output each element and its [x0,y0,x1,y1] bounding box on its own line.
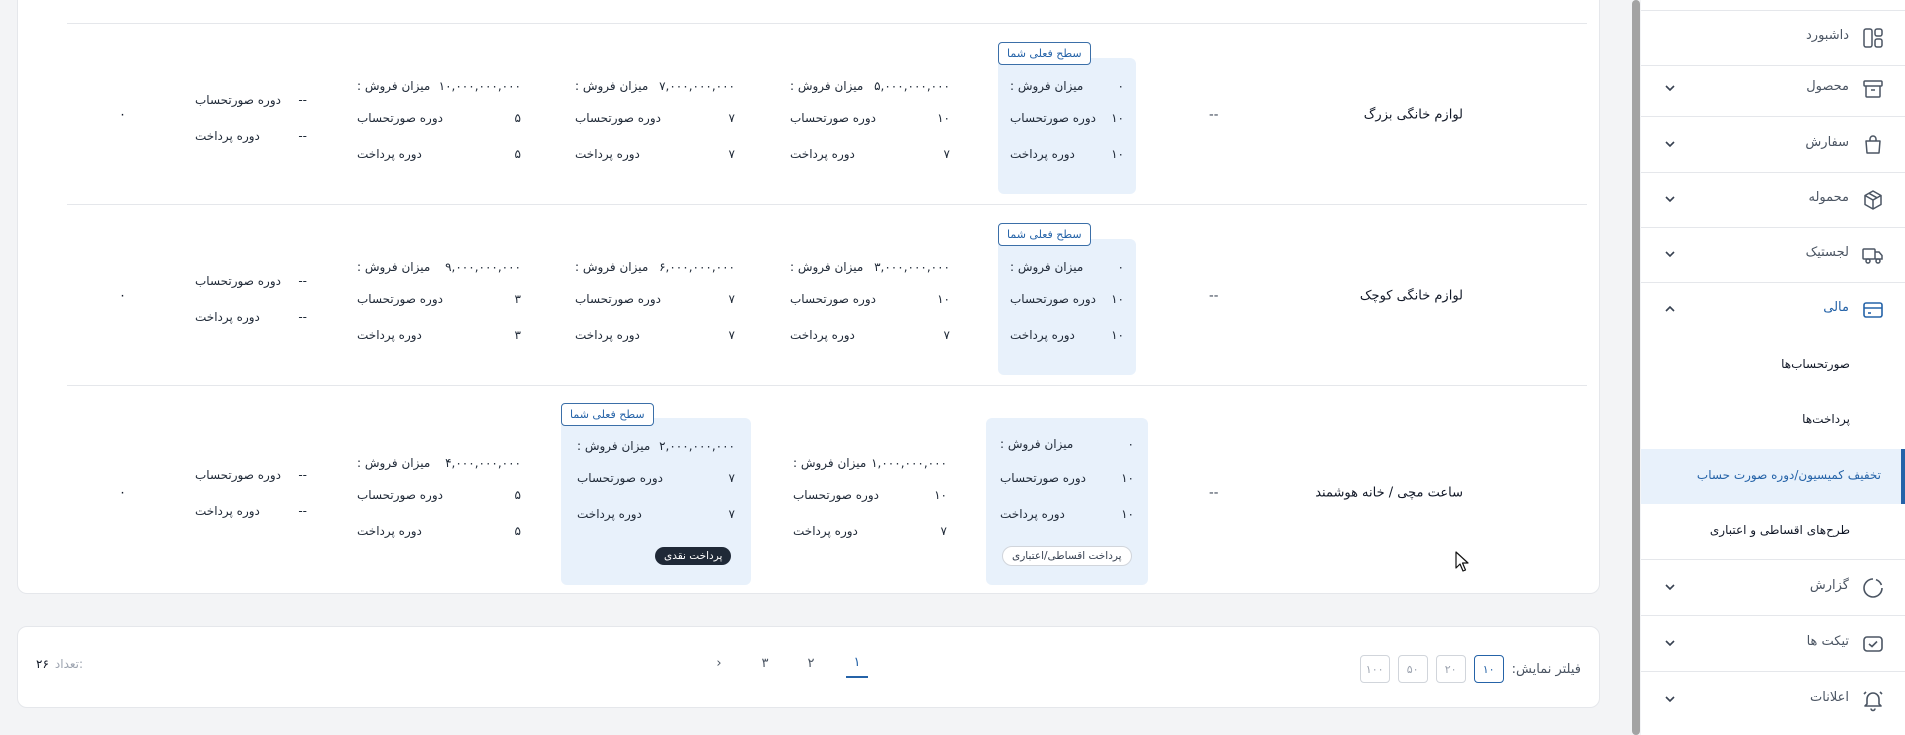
sidebar-item-label: داشبورد [1806,28,1849,43]
product-icon [1863,80,1883,98]
sidebar-item-dashboard[interactable]: داشبورد [1641,10,1905,66]
page-size-filter: فیلتر نمایش: ۱۰ ۲۰ ۵۰ ۱۰۰ [1359,655,1581,683]
sidebar-item-notifications[interactable]: اعلانات [1641,672,1905,728]
count-label: تعداد: [54,657,84,671]
chevron-down-icon [1665,584,1675,591]
cash-payment-badge: پرداخت نقدی [655,547,732,565]
sidebar-sub-label: طرح‌های اقساطی و اعتباری [1709,523,1850,537]
chevron-down-icon [1665,251,1675,258]
sidebar-sub-label: تخفیف کمیسیون/دوره صورت حساب [1696,468,1881,482]
sidebar-sub-label: صورتحساب‌ها [1781,357,1850,371]
count-value: ۲۶ [36,657,49,671]
current-level-badge: سطح فعلی شما [998,42,1091,65]
tier-current: میزان فروش :۲,۰۰۰,۰۰۰,۰۰۰ دوره صورتحساب ۷… [561,418,751,585]
tier-current: میزان فروش :۰ دوره صورتحساب ۱۰ دوره پرداخ… [998,58,1136,194]
tier-5: دوره صورتحساب -- دوره پرداخت -- [195,274,307,324]
sidebar-sub-invoices[interactable]: صورتحساب‌ها [1641,338,1905,393]
page-size-50[interactable]: ۵۰ [1397,655,1428,683]
sidebar-item-label: گزارش [1809,578,1849,593]
page-3[interactable]: ۳ [754,656,776,677]
sidebar-item-label: اعلانات [1810,690,1849,705]
tier-payment-line: دوره پرداخت ۱۰ [1010,147,1124,161]
sidebar: داشبورد محصول سفارش محموله لجستیک مالی ص… [1641,0,1905,735]
order-bag-icon [1865,135,1881,154]
current-level-badge: سطح فعلی شما [998,223,1091,246]
filter-label: فیلتر نمایش: [1511,661,1581,677]
row-divider [67,385,1587,386]
sidebar-item-finance[interactable]: مالی [1641,282,1905,338]
chevron-down-icon [1665,196,1675,203]
sidebar-item-label: محصول [1806,79,1849,94]
commission-table: لوازم خانگی بزرگ -- ۰ میزان فروش :۰ دوره… [17,0,1600,594]
tier-4: میزان فروش :۴,۰۰۰,۰۰۰,۰۰۰ دوره صورتحساب ۵… [357,456,521,538]
sidebar-item-report[interactable]: گزارش [1641,560,1905,616]
page-size-100[interactable]: ۱۰۰ [1359,655,1390,683]
sidebar-sub-installment-plans[interactable]: طرح‌های اقساطی و اعتباری [1641,504,1905,560]
product-name: لوازم خانگی بزرگ [1363,107,1463,122]
page-1[interactable]: ۱ [846,655,868,678]
sidebar-item-order[interactable]: سفارش [1641,117,1905,173]
final-value: ۰ [119,485,126,501]
chevron-up-icon [1665,305,1675,312]
final-value: ۰ [119,288,126,303]
truck-icon [1862,248,1883,264]
bell-icon [1863,691,1883,712]
table-row: لوازم خانگی کوچک -- ۰ میزان فروش :۰ دوره… [67,205,1587,386]
chevron-down-icon [1665,640,1675,647]
sidebar-item-product[interactable]: محصول [1641,61,1905,117]
sidebar-item-label: مالی [1823,300,1849,315]
page-size-20[interactable]: ۲۰ [1435,655,1466,683]
tier-4: میزان فروش :۹,۰۰۰,۰۰۰,۰۰۰ دوره صورتحساب ۳… [357,260,521,342]
package-icon [1864,190,1882,210]
sidebar-sub-label: پرداخت‌ها [1802,412,1850,426]
table-row: ساعت مچی / خانه هوشمند -- ۰ میزان فروش :… [67,398,1587,588]
product-name: ساعت مچی / خانه هوشمند [1315,485,1463,501]
current-level-badge: سطح فعلی شما [561,403,654,426]
ticket-icon [1863,636,1883,652]
record-count: ۲۶ تعداد: [36,657,83,671]
sidebar-item-logistics[interactable]: لجستیک [1641,227,1905,283]
table-row: لوازم خانگی بزرگ -- ۰ میزان فروش :۰ دوره… [67,24,1587,205]
chevron-down-icon [1665,141,1675,148]
dashboard-icon [1863,28,1883,48]
tier-3: میزان فروش :۶,۰۰۰,۰۰۰,۰۰۰ دوره صورتحساب ۷… [575,260,735,342]
sidebar-item-tickets[interactable]: تیکت ها [1641,616,1905,672]
tier-1-installment: میزان فروش :۰ دوره صورتحساب ۱۰ دوره پرداخ… [986,418,1148,585]
tier-2: میزان فروش :۱,۰۰۰,۰۰۰,۰۰۰ دوره صورتحساب ۱… [793,456,947,538]
next-page-button[interactable]: › [708,656,730,677]
sidebar-item-label: سفارش [1805,135,1849,150]
tier-2: میزان فروش :۳,۰۰۰,۰۰۰,۰۰۰ دوره صورتحساب ۱… [790,260,950,342]
report-icon [1863,578,1883,598]
commission-value: -- [1209,288,1219,303]
page-2[interactable]: ۲ [800,656,822,677]
page-links: › ۳ ۲ ۱ [708,655,868,678]
page-scrollbar[interactable] [1632,0,1640,735]
wallet-icon [1863,302,1883,318]
product-name: لوازم خانگی کوچک [1359,288,1463,303]
tier-3: میزان فروش :۷,۰۰۰,۰۰۰,۰۰۰ دوره صورتحساب ۷… [575,79,735,161]
tier-sales-line: میزان فروش :۰ [1010,79,1124,93]
tier-billing-line: دوره صورتحساب ۱۰ [1010,111,1124,125]
chevron-down-icon [1665,696,1675,703]
tier-2: میزان فروش :۵,۰۰۰,۰۰۰,۰۰۰ دوره صورتحساب ۱… [790,79,950,161]
sidebar-sub-payments[interactable]: پرداخت‌ها [1641,393,1905,448]
mouse-cursor-icon [1455,551,1469,572]
final-value: ۰ [119,107,126,122]
tier-current: میزان فروش :۰ دوره صورتحساب ۱۰ دوره پرداخ… [998,239,1136,375]
sidebar-item-label: تیکت ها [1806,634,1849,649]
commission-value: -- [1209,107,1219,122]
sidebar-item-label: لجستیک [1805,245,1849,260]
pagination-bar: ۲۶ تعداد: › ۳ ۲ ۱ فیلتر نمایش: ۱۰ ۲۰ ۵۰ … [17,626,1600,708]
commission-value: -- [1209,485,1219,501]
page-size-10[interactable]: ۱۰ [1473,655,1504,683]
chevron-down-icon [1665,85,1675,92]
sidebar-item-shipment[interactable]: محموله [1641,172,1905,228]
sidebar-sub-commission-discount[interactable]: تخفیف کمیسیون/دوره صورت حساب [1641,449,1905,504]
main-content: لوازم خانگی بزرگ -- ۰ میزان فروش :۰ دوره… [0,0,1620,735]
tier-4: میزان فروش :۱۰,۰۰۰,۰۰۰,۰۰۰ دوره صورتحساب… [357,79,521,161]
installment-payment-badge: پرداخت اقساطی/اعتباری [1002,546,1132,566]
tier-5: دوره صورتحساب -- دوره پرداخت -- [195,93,307,143]
tier-5: دوره صورتحساب -- دوره پرداخت -- [195,468,307,518]
sidebar-item-label: محموله [1808,190,1849,205]
